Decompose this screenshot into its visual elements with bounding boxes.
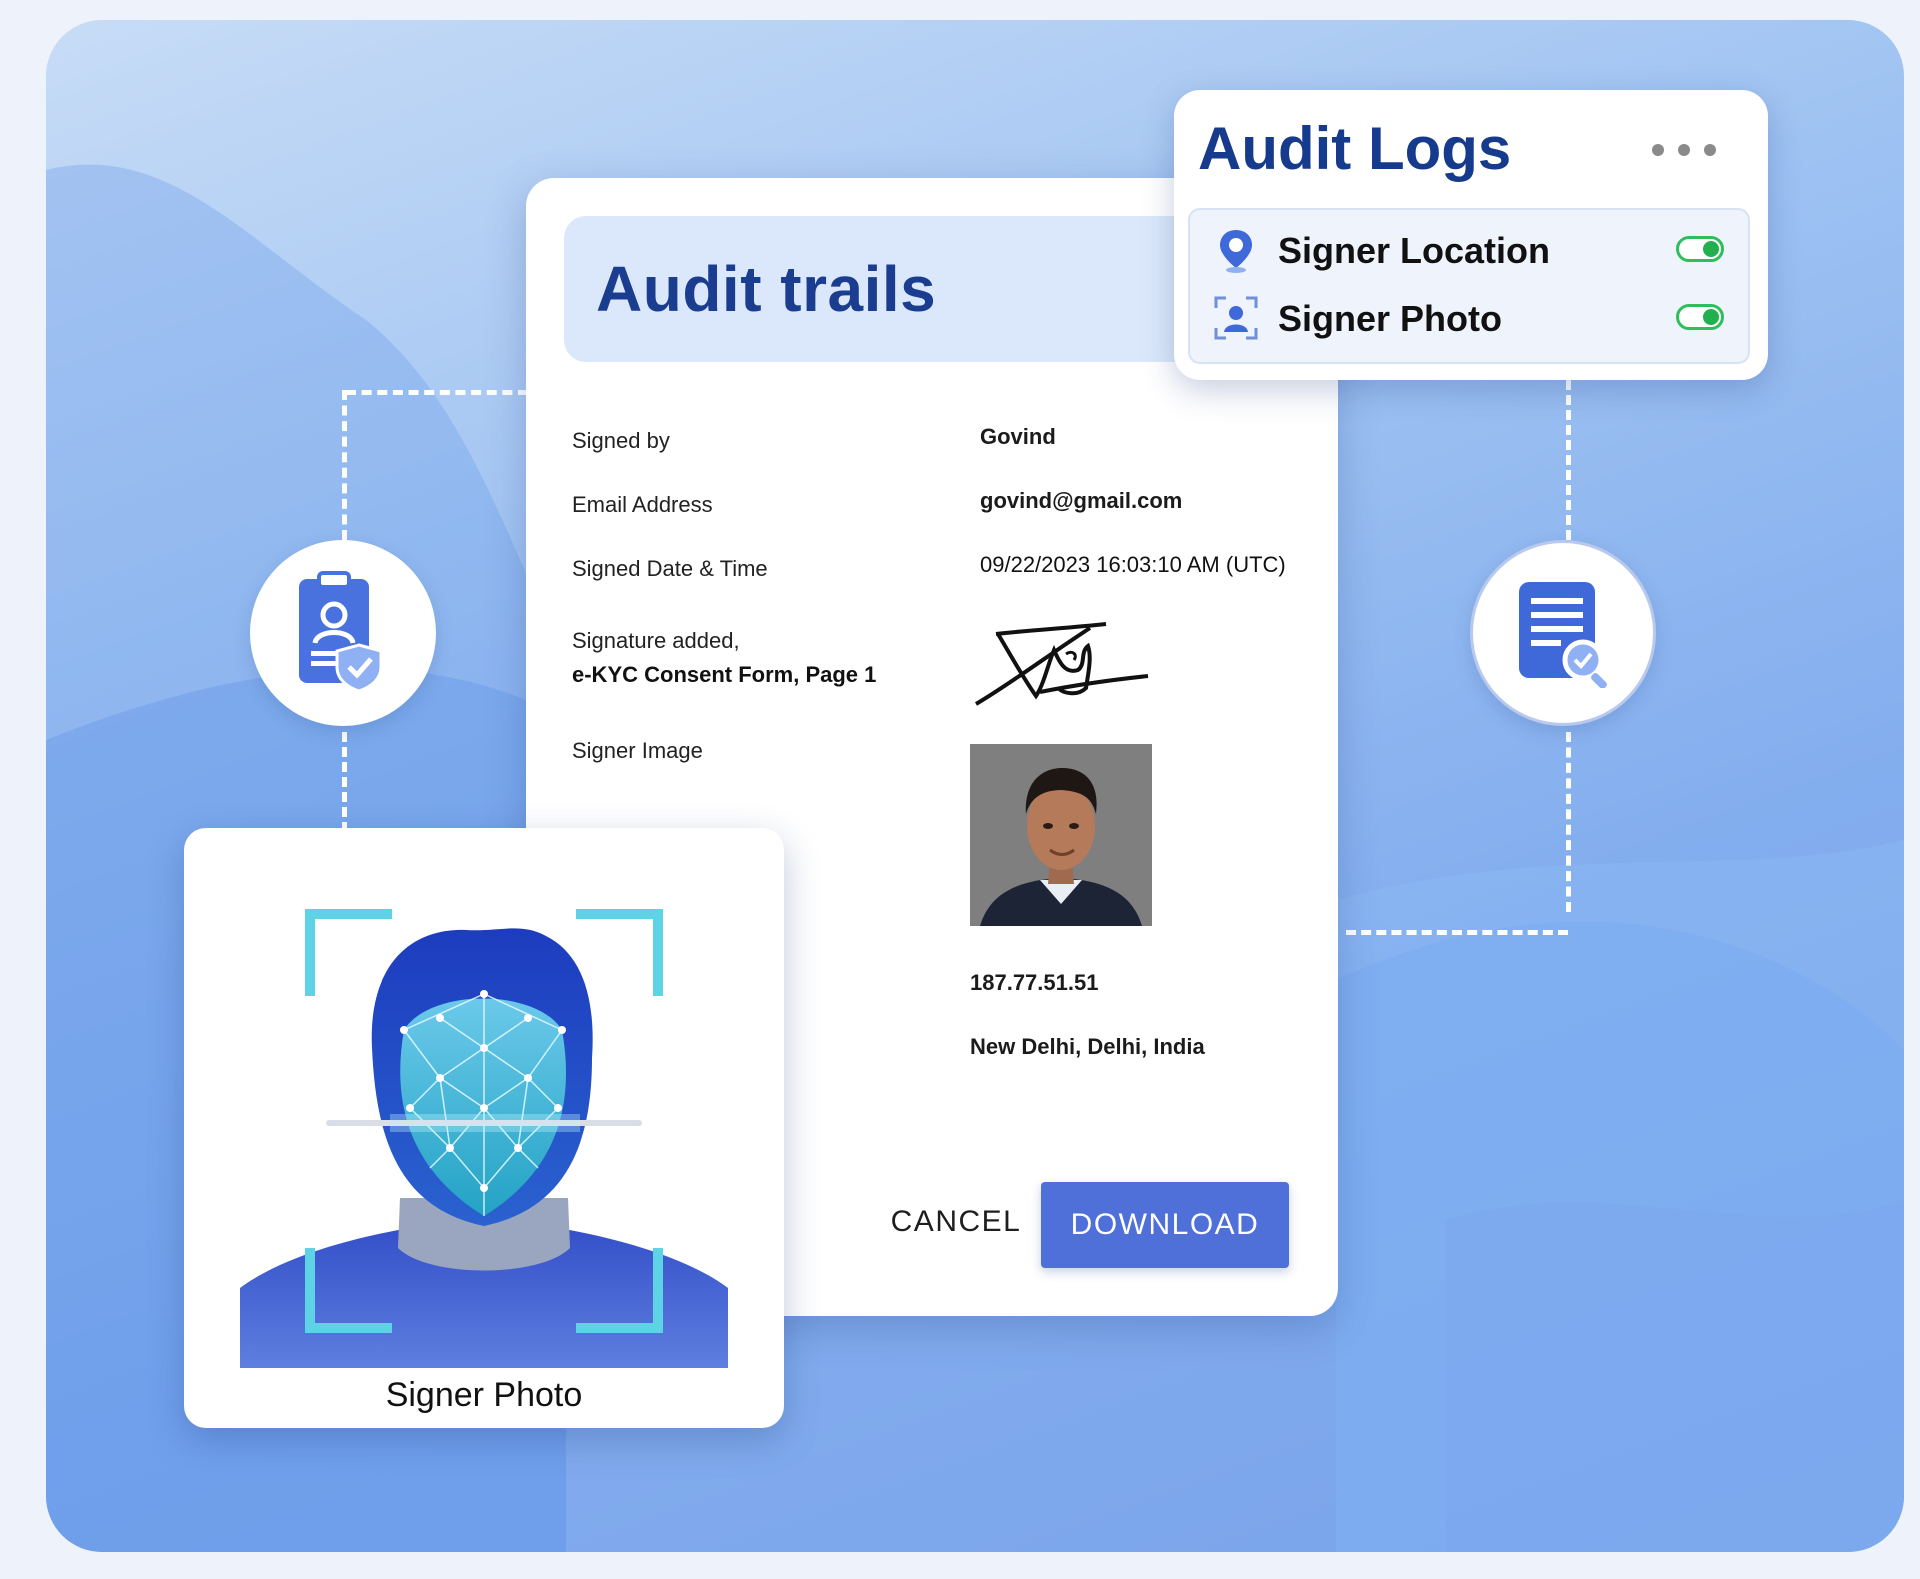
cancel-button[interactable]: CANCEL <box>856 1182 1056 1262</box>
portrait-illustration <box>970 744 1152 926</box>
audit-logs-title: Audit Logs <box>1198 115 1512 182</box>
signer-location-toggle[interactable] <box>1676 236 1724 262</box>
signer-photo-toggle[interactable] <box>1676 304 1724 330</box>
user-frame-icon <box>1214 296 1258 340</box>
document-search-circle <box>1470 540 1656 726</box>
face-scan-icon <box>240 909 728 1368</box>
signed-by-label: Signed by <box>572 428 670 453</box>
signature-image <box>974 622 1149 706</box>
signature-added-label: Signature added, <box>572 628 740 653</box>
log-item-label: Signer Location <box>1278 230 1551 271</box>
connector-right-bottom <box>1346 930 1568 935</box>
ip-address-value: 187.77.51.51 <box>970 970 1099 995</box>
location-pin-icon <box>1220 230 1252 273</box>
connector-left-lower <box>342 732 347 832</box>
download-button[interactable]: DOWNLOAD <box>1041 1182 1289 1268</box>
email-value: govind@gmail.com <box>980 488 1183 513</box>
audit-logs-list: Signer Location Signer Photo <box>1188 208 1750 364</box>
log-item-signer-photo[interactable]: Signer Photo <box>1190 286 1750 350</box>
id-badge-circle <box>250 540 436 726</box>
log-item-signer-location[interactable]: Signer Location <box>1190 218 1750 282</box>
signed-date-value: 09/22/2023 16:03:10 AM (UTC) <box>980 552 1286 577</box>
id-badge-shield-icon <box>299 571 383 693</box>
signed-by-value: Govind <box>980 424 1056 449</box>
signer-photo-card: Signer Photo <box>184 828 784 1428</box>
connector-left-top <box>346 390 528 395</box>
location-value: New Delhi, Delhi, India <box>970 1034 1205 1059</box>
connector-right-upper <box>1566 380 1571 540</box>
connector-right-lower <box>1566 732 1571 912</box>
signature-document-label: e-KYC Consent Form, Page 1 <box>572 662 877 687</box>
log-item-label: Signer Photo <box>1278 298 1502 339</box>
document-search-icon <box>1519 582 1607 688</box>
more-horizontal-icon[interactable] <box>1644 130 1724 170</box>
audit-trails-title: Audit trails <box>596 253 937 325</box>
audit-logs-panel: Audit Logs Signer Location Signer Photo <box>1174 90 1768 380</box>
signer-image-label: Signer Image <box>572 738 703 763</box>
signed-date-label: Signed Date & Time <box>572 556 768 581</box>
signer-photo-label: Signer Photo <box>385 1376 583 1414</box>
signer-portrait-photo <box>970 744 1152 926</box>
email-label: Email Address <box>572 492 713 517</box>
connector-left-upper <box>342 390 347 540</box>
